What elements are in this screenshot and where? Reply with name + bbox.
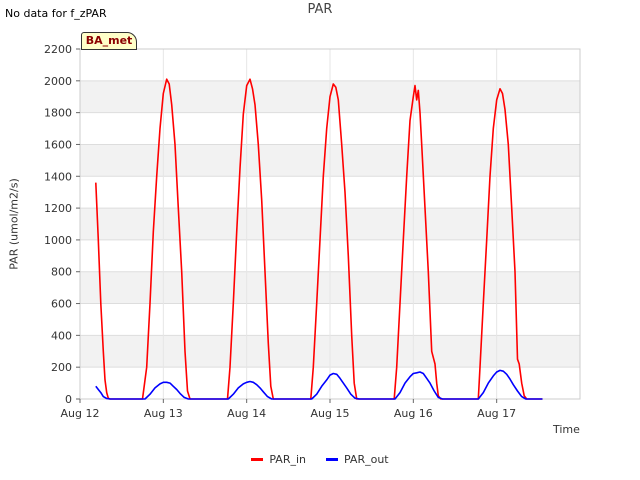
y-tick-label: 1200 bbox=[44, 202, 72, 215]
series-line-par-out bbox=[95, 369, 543, 400]
y-tick-label: 800 bbox=[51, 266, 72, 279]
legend-label-par-out: PAR_out bbox=[344, 453, 389, 466]
x-tick-label: Aug 15 bbox=[311, 407, 350, 420]
site-badge: BA_met bbox=[81, 32, 137, 50]
y-tick-label: 200 bbox=[51, 361, 72, 374]
legend-item-par-out: PAR_out bbox=[326, 453, 389, 466]
y-axis-label: PAR (umol/m2/s) bbox=[7, 178, 21, 270]
legend-item-par-in: PAR_in bbox=[251, 453, 306, 466]
y-tick-label: 600 bbox=[51, 298, 72, 311]
legend-label-par-in: PAR_in bbox=[269, 453, 306, 466]
legend: PAR_in PAR_out bbox=[0, 453, 640, 466]
y-tick-label: 1400 bbox=[44, 170, 72, 183]
y-tick-label: 1800 bbox=[44, 107, 72, 120]
y-tick-label: 1000 bbox=[44, 234, 72, 247]
legend-swatch-par-in bbox=[251, 458, 264, 461]
x-tick-label: Aug 12 bbox=[61, 407, 100, 420]
x-tick-label: Aug 14 bbox=[227, 407, 266, 420]
y-tick-label: 2200 bbox=[44, 43, 72, 56]
x-axis-label: Time bbox=[553, 423, 580, 436]
par-chart: 0 200 400 600 800 1000 1200 1400 1600 1800 2000 220… bbox=[44, 43, 581, 420]
x-tick-label: Aug 16 bbox=[394, 407, 433, 420]
y-tick-label: 400 bbox=[51, 329, 72, 342]
legend-swatch-par-out bbox=[326, 458, 338, 461]
x-tick-label: Aug 17 bbox=[477, 407, 516, 420]
y-tick-label: 0 bbox=[65, 393, 72, 406]
y-tick-label: 1600 bbox=[44, 138, 72, 151]
y-tick-label: 2000 bbox=[44, 75, 72, 88]
x-tick-label: Aug 13 bbox=[144, 407, 183, 420]
